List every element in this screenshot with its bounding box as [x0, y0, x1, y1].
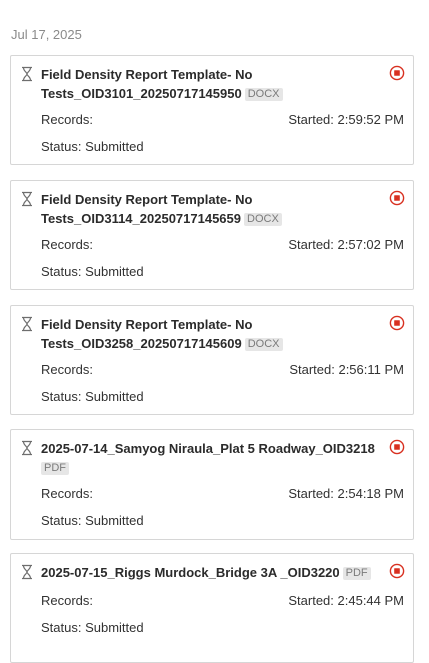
status-value: Submitted — [85, 389, 144, 404]
hourglass-icon — [22, 66, 32, 82]
cancel-stop-icon[interactable] — [389, 315, 405, 331]
status-value: Submitted — [85, 513, 144, 528]
records-label: Records: — [41, 593, 94, 608]
job-title: 2025-07-15_Riggs Murdock_Bridge 3A _OID3… — [41, 563, 375, 582]
status-row: Status: Submitted — [41, 139, 144, 154]
records-row: Records: Started: 2:59:52 PM — [41, 112, 404, 127]
status-row: Status: Submitted — [41, 389, 144, 404]
job-card[interactable]: 2025-07-15_Riggs Murdock_Bridge 3A _OID3… — [10, 553, 414, 663]
job-title-text: Field Density Report Template- No Tests_… — [41, 192, 253, 226]
records-row: Records: Started: 2:54:18 PM — [41, 486, 404, 501]
job-title-text: 2025-07-14_Samyog Niraula_Plat 5 Roadway… — [41, 441, 375, 456]
records-label: Records: — [41, 237, 94, 252]
started-time: Started: 2:54:18 PM — [288, 486, 404, 501]
cancel-stop-icon[interactable] — [389, 65, 405, 81]
job-title: Field Density Report Template- No Tests_… — [41, 315, 375, 353]
status-label: Status: — [41, 513, 86, 528]
status-value: Submitted — [85, 620, 144, 635]
cancel-stop-icon[interactable] — [389, 190, 405, 206]
format-badge: PDF — [342, 567, 371, 580]
records-row: Records: Started: 2:45:44 PM — [41, 593, 404, 608]
status-label: Status: — [41, 620, 86, 635]
job-card[interactable]: Field Density Report Template- No Tests_… — [10, 305, 414, 415]
status-value: Submitted — [85, 264, 144, 279]
job-title-text: 2025-07-15_Riggs Murdock_Bridge 3A _OID3… — [41, 565, 340, 580]
job-title: Field Density Report Template- No Tests_… — [41, 65, 375, 103]
status-label: Status: — [41, 139, 86, 154]
records-row: Records: Started: 2:56:11 PM — [41, 362, 404, 377]
status-label: Status: — [41, 389, 86, 404]
records-label: Records: — [41, 112, 94, 127]
format-badge: DOCX — [244, 213, 282, 226]
job-title: 2025-07-14_Samyog Niraula_Plat 5 Roadway… — [41, 439, 375, 477]
records-row: Records: Started: 2:57:02 PM — [41, 237, 404, 252]
status-value: Submitted — [85, 139, 144, 154]
started-time: Started: 2:57:02 PM — [288, 237, 404, 252]
status-row: Status: Submitted — [41, 264, 144, 279]
date-group-header: Jul 17, 2025 — [11, 27, 82, 42]
format-badge: DOCX — [244, 338, 283, 351]
records-label: Records: — [41, 486, 94, 501]
records-label: Records: — [41, 362, 94, 377]
hourglass-icon — [22, 191, 32, 207]
cancel-stop-icon[interactable] — [389, 439, 405, 455]
format-badge: DOCX — [244, 88, 283, 101]
status-row: Status: Submitted — [41, 513, 144, 528]
hourglass-icon — [22, 564, 32, 580]
job-title: Field Density Report Template- No Tests_… — [41, 190, 375, 228]
hourglass-icon — [22, 440, 32, 456]
status-label: Status: — [41, 264, 86, 279]
started-time: Started: 2:45:44 PM — [288, 593, 404, 608]
started-time: Started: 2:56:11 PM — [289, 362, 404, 377]
hourglass-icon — [22, 316, 32, 332]
job-card[interactable]: 2025-07-14_Samyog Niraula_Plat 5 Roadway… — [10, 429, 414, 540]
job-title-text: Field Density Report Template- No Tests_… — [41, 317, 253, 351]
status-row: Status: Submitted — [41, 620, 144, 635]
cancel-stop-icon[interactable] — [389, 563, 405, 579]
format-badge: PDF — [41, 462, 69, 475]
job-card[interactable]: Field Density Report Template- No Tests_… — [10, 55, 414, 165]
started-time: Started: 2:59:52 PM — [288, 112, 404, 127]
job-title-text: Field Density Report Template- No Tests_… — [41, 67, 253, 101]
job-card[interactable]: Field Density Report Template- No Tests_… — [10, 180, 414, 290]
